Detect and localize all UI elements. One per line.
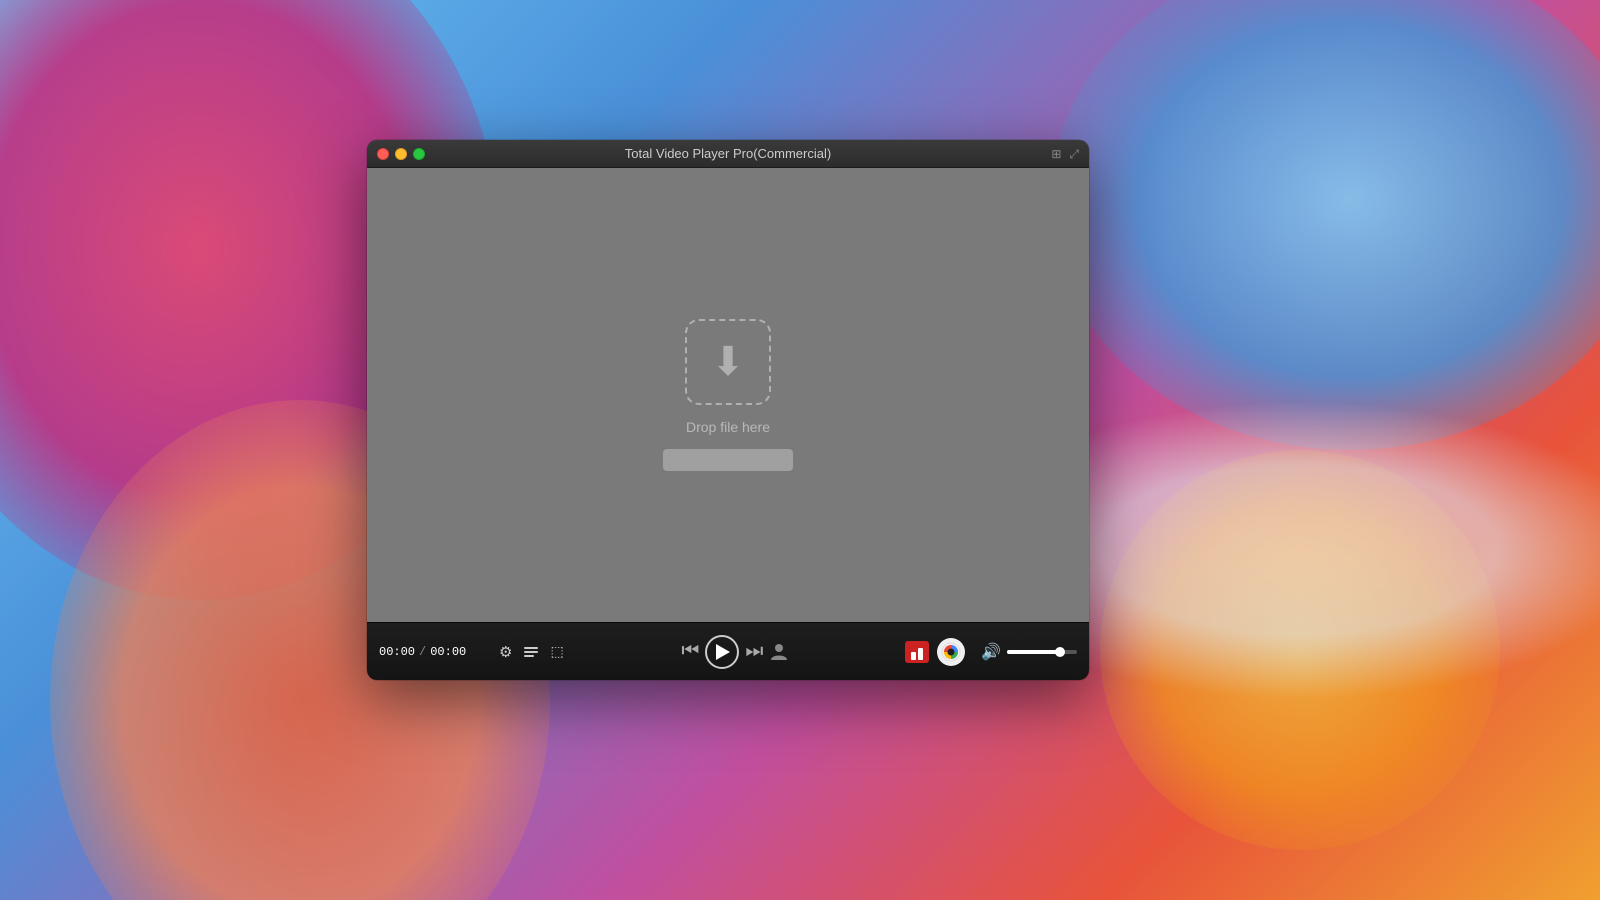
gear-icon: ⚙ bbox=[499, 643, 512, 661]
time-display: 00:00 / 00:00 bbox=[379, 645, 489, 659]
stats-button[interactable] bbox=[905, 641, 929, 663]
fullscreen-button[interactable]: ⤢ bbox=[1069, 148, 1079, 160]
open-file-button[interactable] bbox=[663, 449, 793, 471]
drop-icon-box: ⬇ bbox=[685, 319, 771, 405]
app-window: Total Video Player Pro(Commercial) ⊞ ⤢ ⬇… bbox=[367, 140, 1089, 680]
stats-bar-1 bbox=[911, 652, 916, 660]
settings-button[interactable]: ⚙ bbox=[497, 641, 514, 663]
volume-section: 🔊 bbox=[981, 642, 1077, 662]
controls-bar: 00:00 / 00:00 ⚙ ⬚ ⏮ ⏭ bbox=[367, 622, 1089, 680]
volume-knob[interactable] bbox=[1055, 647, 1065, 657]
drop-zone[interactable]: ⬇ Drop file here bbox=[663, 319, 793, 471]
play-icon bbox=[716, 644, 730, 660]
person-icon bbox=[769, 642, 789, 662]
camera-icon: ⬚ bbox=[550, 643, 563, 660]
playback-controls: ⏮ ⏭ bbox=[681, 635, 789, 669]
drop-text: Drop file here bbox=[686, 419, 770, 435]
volume-fill bbox=[1007, 650, 1060, 654]
close-button[interactable] bbox=[377, 148, 389, 160]
skip-forward-button[interactable]: ⏭ bbox=[745, 640, 763, 663]
user-button[interactable] bbox=[769, 642, 789, 662]
title-bar: Total Video Player Pro(Commercial) ⊞ ⤢ bbox=[367, 140, 1089, 168]
skip-back-icon: ⏮ bbox=[681, 640, 699, 663]
time-separator: / bbox=[419, 645, 426, 659]
volume-icon: 🔊 bbox=[981, 642, 1001, 662]
window-title: Total Video Player Pro(Commercial) bbox=[625, 146, 831, 161]
playlist-button[interactable] bbox=[522, 645, 540, 659]
title-bar-controls: ⊞ ⤢ bbox=[1051, 148, 1079, 160]
snapshot-button[interactable]: ⬚ bbox=[548, 641, 565, 662]
google-icon bbox=[941, 642, 961, 662]
playlist-icon bbox=[524, 647, 538, 657]
traffic-lights bbox=[377, 148, 425, 160]
google-icon-button[interactable] bbox=[937, 638, 965, 666]
skip-back-button[interactable]: ⏮ bbox=[681, 640, 699, 663]
maximize-button[interactable] bbox=[413, 148, 425, 160]
pip-button[interactable]: ⊞ bbox=[1051, 148, 1061, 160]
current-time: 00:00 bbox=[379, 645, 415, 659]
stats-bar-2 bbox=[918, 648, 923, 660]
minimize-button[interactable] bbox=[395, 148, 407, 160]
volume-slider[interactable] bbox=[1007, 650, 1077, 654]
total-time: 00:00 bbox=[430, 645, 466, 659]
content-area[interactable]: ⬇ Drop file here bbox=[367, 168, 1089, 622]
download-arrow-icon: ⬇ bbox=[711, 342, 745, 382]
play-button[interactable] bbox=[705, 635, 739, 669]
skip-forward-icon: ⏭ bbox=[745, 640, 763, 663]
